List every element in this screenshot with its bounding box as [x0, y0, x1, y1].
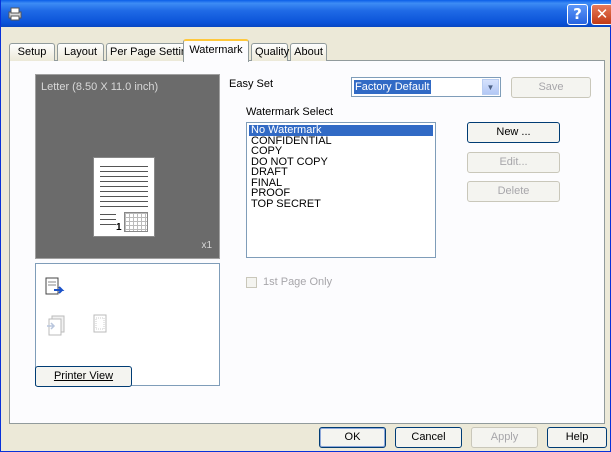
- copy-pages-icon: [47, 315, 65, 336]
- printer-view-label: Printer View: [53, 370, 114, 382]
- list-item[interactable]: DRAFT: [249, 167, 433, 178]
- copies-count: x1: [201, 240, 212, 251]
- help-title-button[interactable]: ?: [567, 4, 588, 25]
- ok-button[interactable]: OK: [319, 427, 386, 448]
- save-button[interactable]: Save: [511, 77, 591, 98]
- title-bar[interactable]: ? ✕: [1, 0, 611, 27]
- tab-per-page-setting[interactable]: Per Page Setting: [106, 43, 193, 61]
- tab-setup[interactable]: Setup: [9, 43, 55, 61]
- first-page-only-checkbox[interactable]: [246, 277, 257, 288]
- apply-button[interactable]: Apply: [471, 427, 538, 448]
- easy-set-label: Easy Set: [229, 78, 274, 90]
- grid-icon: [124, 212, 148, 232]
- printer-app-icon: [8, 7, 22, 21]
- list-item[interactable]: PROOF: [249, 188, 433, 199]
- first-page-only-label: 1st Page Only: [263, 276, 333, 288]
- paper-thumbnail: 1: [93, 157, 155, 237]
- print-to-file-icon[interactable]: [44, 277, 66, 299]
- edit-watermark-button[interactable]: Edit...: [467, 152, 560, 173]
- chevron-down-icon[interactable]: ▼: [482, 79, 499, 95]
- tab-watermark[interactable]: Watermark: [183, 39, 249, 62]
- tab-about[interactable]: About: [290, 43, 327, 61]
- list-item[interactable]: COPY: [249, 146, 433, 157]
- cancel-button[interactable]: Cancel: [395, 427, 462, 448]
- paper-size-label: Letter (8.50 X 11.0 inch): [41, 81, 159, 93]
- close-title-button[interactable]: ✕: [591, 4, 611, 25]
- printer-properties-window: ? ✕ Setup Layout Per Page Setting Waterm…: [0, 0, 611, 452]
- easy-set-value: Factory Default: [354, 80, 431, 94]
- document-icon: [93, 314, 107, 333]
- printer-view-button[interactable]: Printer View: [35, 366, 132, 387]
- page-preview: Letter (8.50 X 11.0 inch) 1 x1: [35, 74, 220, 259]
- list-item[interactable]: TOP SECRET: [249, 198, 433, 210]
- help-button[interactable]: Help: [547, 427, 607, 448]
- delete-watermark-button[interactable]: Delete: [467, 181, 560, 202]
- watermark-list[interactable]: No Watermark CONFIDENTIAL COPY DO NOT CO…: [246, 122, 436, 258]
- easy-set-dropdown[interactable]: Factory Default ▼: [351, 77, 501, 97]
- tab-quality[interactable]: Quality: [251, 43, 289, 61]
- watermark-select-label: Watermark Select: [246, 106, 334, 118]
- tab-layout[interactable]: Layout: [57, 43, 104, 61]
- list-item[interactable]: No Watermark: [249, 125, 433, 136]
- page-number: 1: [116, 222, 122, 233]
- new-watermark-button[interactable]: New ...: [467, 122, 560, 143]
